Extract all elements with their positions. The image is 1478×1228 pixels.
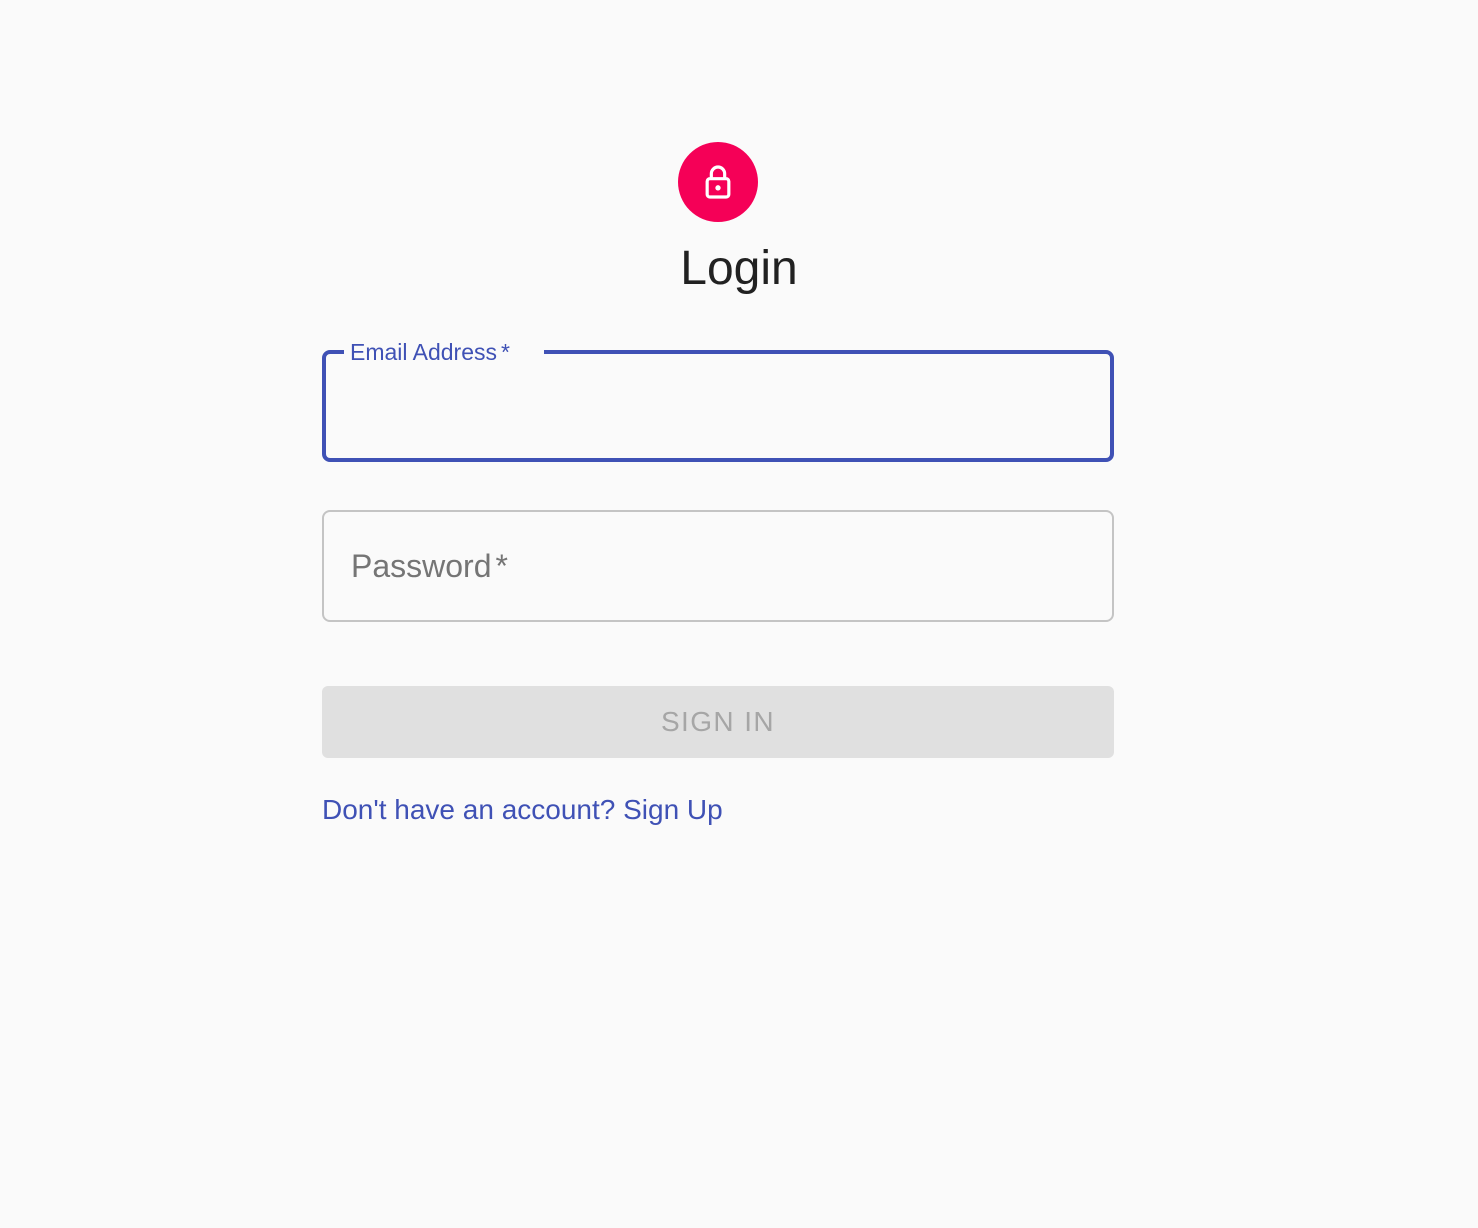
email-input[interactable] — [350, 384, 1086, 430]
lock-icon — [705, 165, 731, 199]
login-page: Login Email Address * Password * SIGN IN D… — [0, 0, 1478, 1228]
sign-in-button[interactable]: SIGN IN — [322, 686, 1114, 758]
email-label-text: Email Address — [350, 339, 498, 365]
password-input[interactable] — [350, 542, 1086, 592]
sign-up-link[interactable]: Don't have an account? Sign Up — [322, 792, 723, 828]
email-required-mark: * — [501, 339, 510, 365]
avatar — [678, 142, 758, 222]
page-title: Login — [680, 242, 798, 295]
password-field[interactable]: Password * — [322, 510, 1114, 622]
email-field[interactable]: Email Address * — [322, 339, 1114, 462]
email-label: Email Address * — [350, 338, 510, 366]
